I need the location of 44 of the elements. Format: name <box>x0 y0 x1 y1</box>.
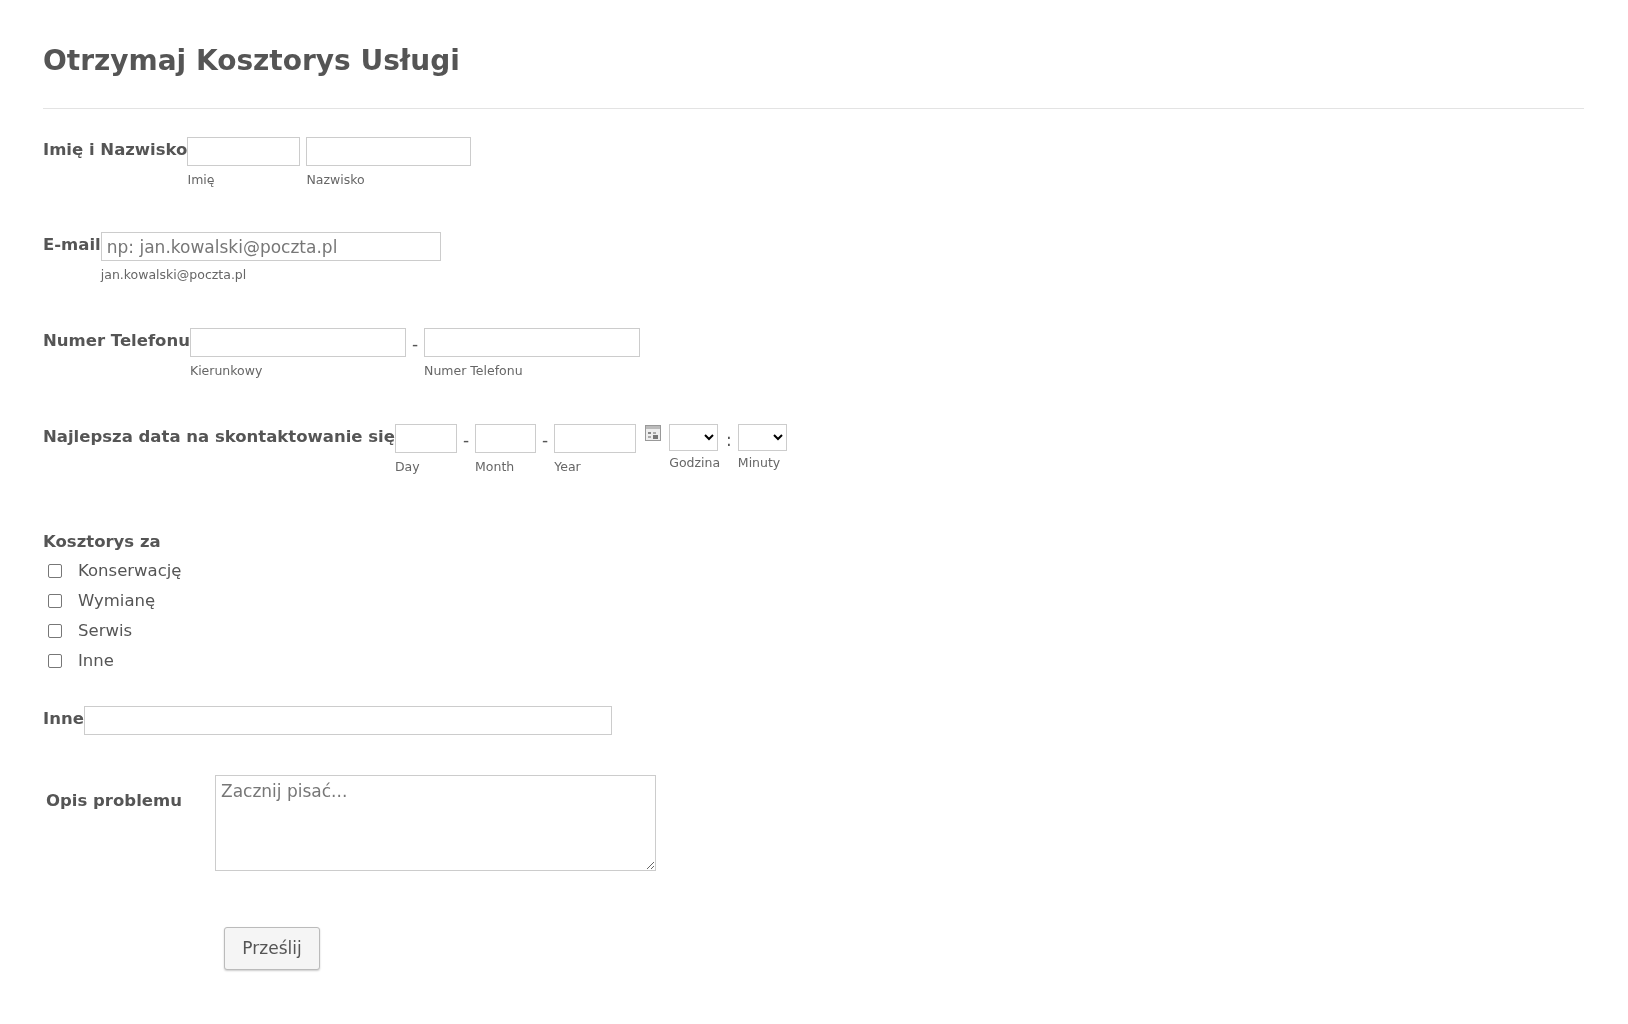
form-title: Otrzymaj Kosztorys Usługi <box>43 44 461 78</box>
field-sublabel: Numer Telefonu <box>424 362 524 381</box>
field-sublabel: Year <box>554 457 582 476</box>
checkbox[interactable] <box>48 624 62 639</box>
checkbox[interactable] <box>48 594 62 609</box>
separator-text: - <box>461 428 471 452</box>
submit-button[interactable]: Prześlij <box>224 927 320 971</box>
input-field[interactable] <box>189 328 406 358</box>
calendar-icon[interactable] <box>645 424 662 441</box>
field-sublabel: Minuty <box>737 453 782 472</box>
option-label: Konserwację <box>78 559 182 582</box>
input-field[interactable] <box>187 136 301 166</box>
field-label: Najlepsza data na skontaktowanie się <box>43 425 395 448</box>
field-label: Kosztorys za <box>43 530 162 553</box>
time-dropdown[interactable] <box>737 423 787 451</box>
field-label: Numer Telefonu <box>43 330 190 353</box>
input-field[interactable] <box>424 328 641 358</box>
field-label: Imię i Nazwisko <box>43 138 188 161</box>
field-label: Opis problemu <box>45 790 183 813</box>
option-label: Inne <box>78 649 114 672</box>
text-area[interactable]: Zacznij pisać... <box>215 775 656 872</box>
separator-text: - <box>410 333 420 357</box>
input-field[interactable] <box>554 423 637 453</box>
field-sublabel: Month <box>475 457 516 476</box>
input-field[interactable] <box>306 136 472 166</box>
input-field[interactable] <box>394 423 457 453</box>
checkbox[interactable] <box>48 654 62 669</box>
separator-text: : <box>725 428 733 452</box>
input-field[interactable]: np: jan.kowalski@poczta.pl <box>100 232 441 262</box>
checkbox[interactable] <box>48 564 62 579</box>
field-label: E-mail <box>43 234 101 257</box>
field-sublabel: Kierunkowy <box>189 362 264 381</box>
field-sublabel: Day <box>394 457 421 476</box>
input-field[interactable] <box>83 706 612 736</box>
option-label: Wymianę <box>78 589 156 612</box>
field-label: Inne <box>43 708 84 731</box>
field-sublabel: Godzina <box>669 453 721 472</box>
input-field[interactable] <box>475 423 537 453</box>
option-label: Serwis <box>78 619 133 642</box>
time-dropdown[interactable] <box>669 423 719 451</box>
separator-text: - <box>541 428 550 452</box>
field-sublabel: jan.kowalski@poczta.pl <box>100 266 248 285</box>
field-sublabel: Imię <box>187 170 216 189</box>
field-sublabel: Nazwisko <box>306 170 366 189</box>
